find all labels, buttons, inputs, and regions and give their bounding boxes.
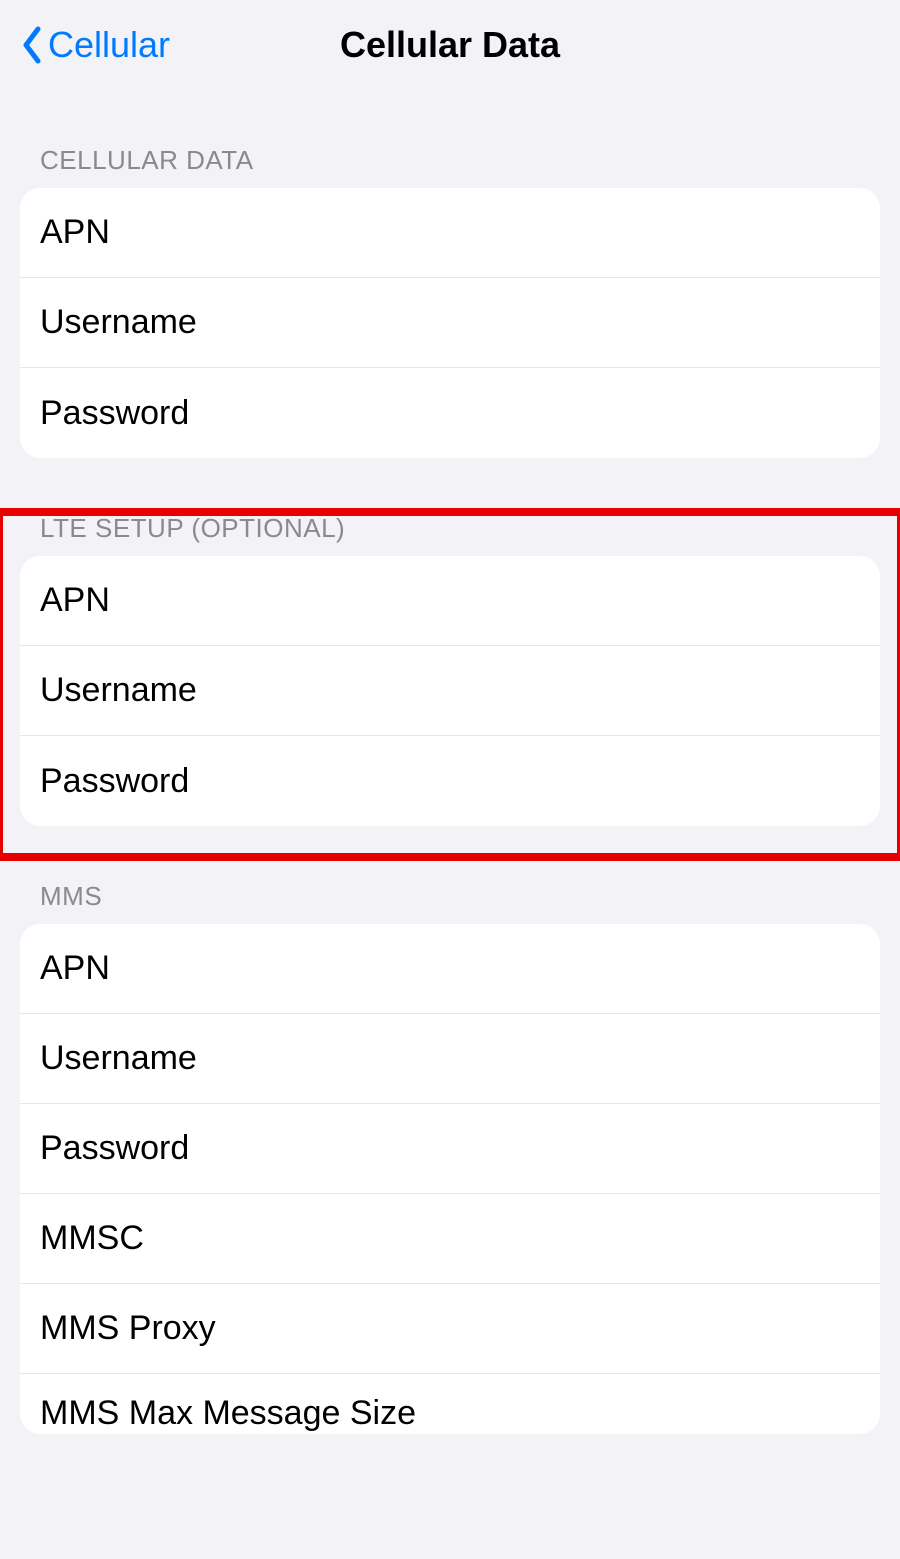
row-label: APN [40,949,110,988]
navigation-bar: Cellular Cellular Data [0,0,900,90]
lte-setup-section: LTE SETUP (OPTIONAL) APN Username Passwo… [20,513,880,826]
lte-setup-list: APN Username Password [20,556,880,826]
row-label: Username [40,303,197,342]
row-label: MMSC [40,1219,144,1258]
mms-username-row[interactable]: Username [20,1014,880,1104]
mms-list: APN Username Password MMSC MMS Proxy MMS… [20,924,880,1434]
mms-section: MMS APN Username Password MMSC MMS Proxy… [20,881,880,1434]
mms-max-message-size-row[interactable]: MMS Max Message Size [20,1374,880,1434]
lte-setup-header: LTE SETUP (OPTIONAL) [20,513,880,556]
cellular-data-list: APN Username Password [20,188,880,458]
cellular-data-header: CELLULAR DATA [20,145,880,188]
row-label: Password [40,1129,189,1168]
chevron-left-icon [20,25,44,65]
mms-proxy-row[interactable]: MMS Proxy [20,1284,880,1374]
cellular-data-apn-row[interactable]: APN [20,188,880,278]
cellular-data-password-row[interactable]: Password [20,368,880,458]
row-label: Password [40,762,189,801]
row-label: Username [40,671,197,710]
lte-apn-row[interactable]: APN [20,556,880,646]
row-label: APN [40,213,110,252]
mms-apn-row[interactable]: APN [20,924,880,1014]
row-label: MMS Max Message Size [40,1394,416,1433]
back-button[interactable]: Cellular [20,24,170,66]
back-label: Cellular [48,24,170,66]
cellular-data-username-row[interactable]: Username [20,278,880,368]
row-label: APN [40,581,110,620]
mms-password-row[interactable]: Password [20,1104,880,1194]
mms-header: MMS [20,881,880,924]
row-label: MMS Proxy [40,1309,216,1348]
mms-mmsc-row[interactable]: MMSC [20,1194,880,1284]
cellular-data-section: CELLULAR DATA APN Username Password [20,145,880,458]
lte-username-row[interactable]: Username [20,646,880,736]
row-label: Username [40,1039,197,1078]
row-label: Password [40,394,189,433]
lte-password-row[interactable]: Password [20,736,880,826]
